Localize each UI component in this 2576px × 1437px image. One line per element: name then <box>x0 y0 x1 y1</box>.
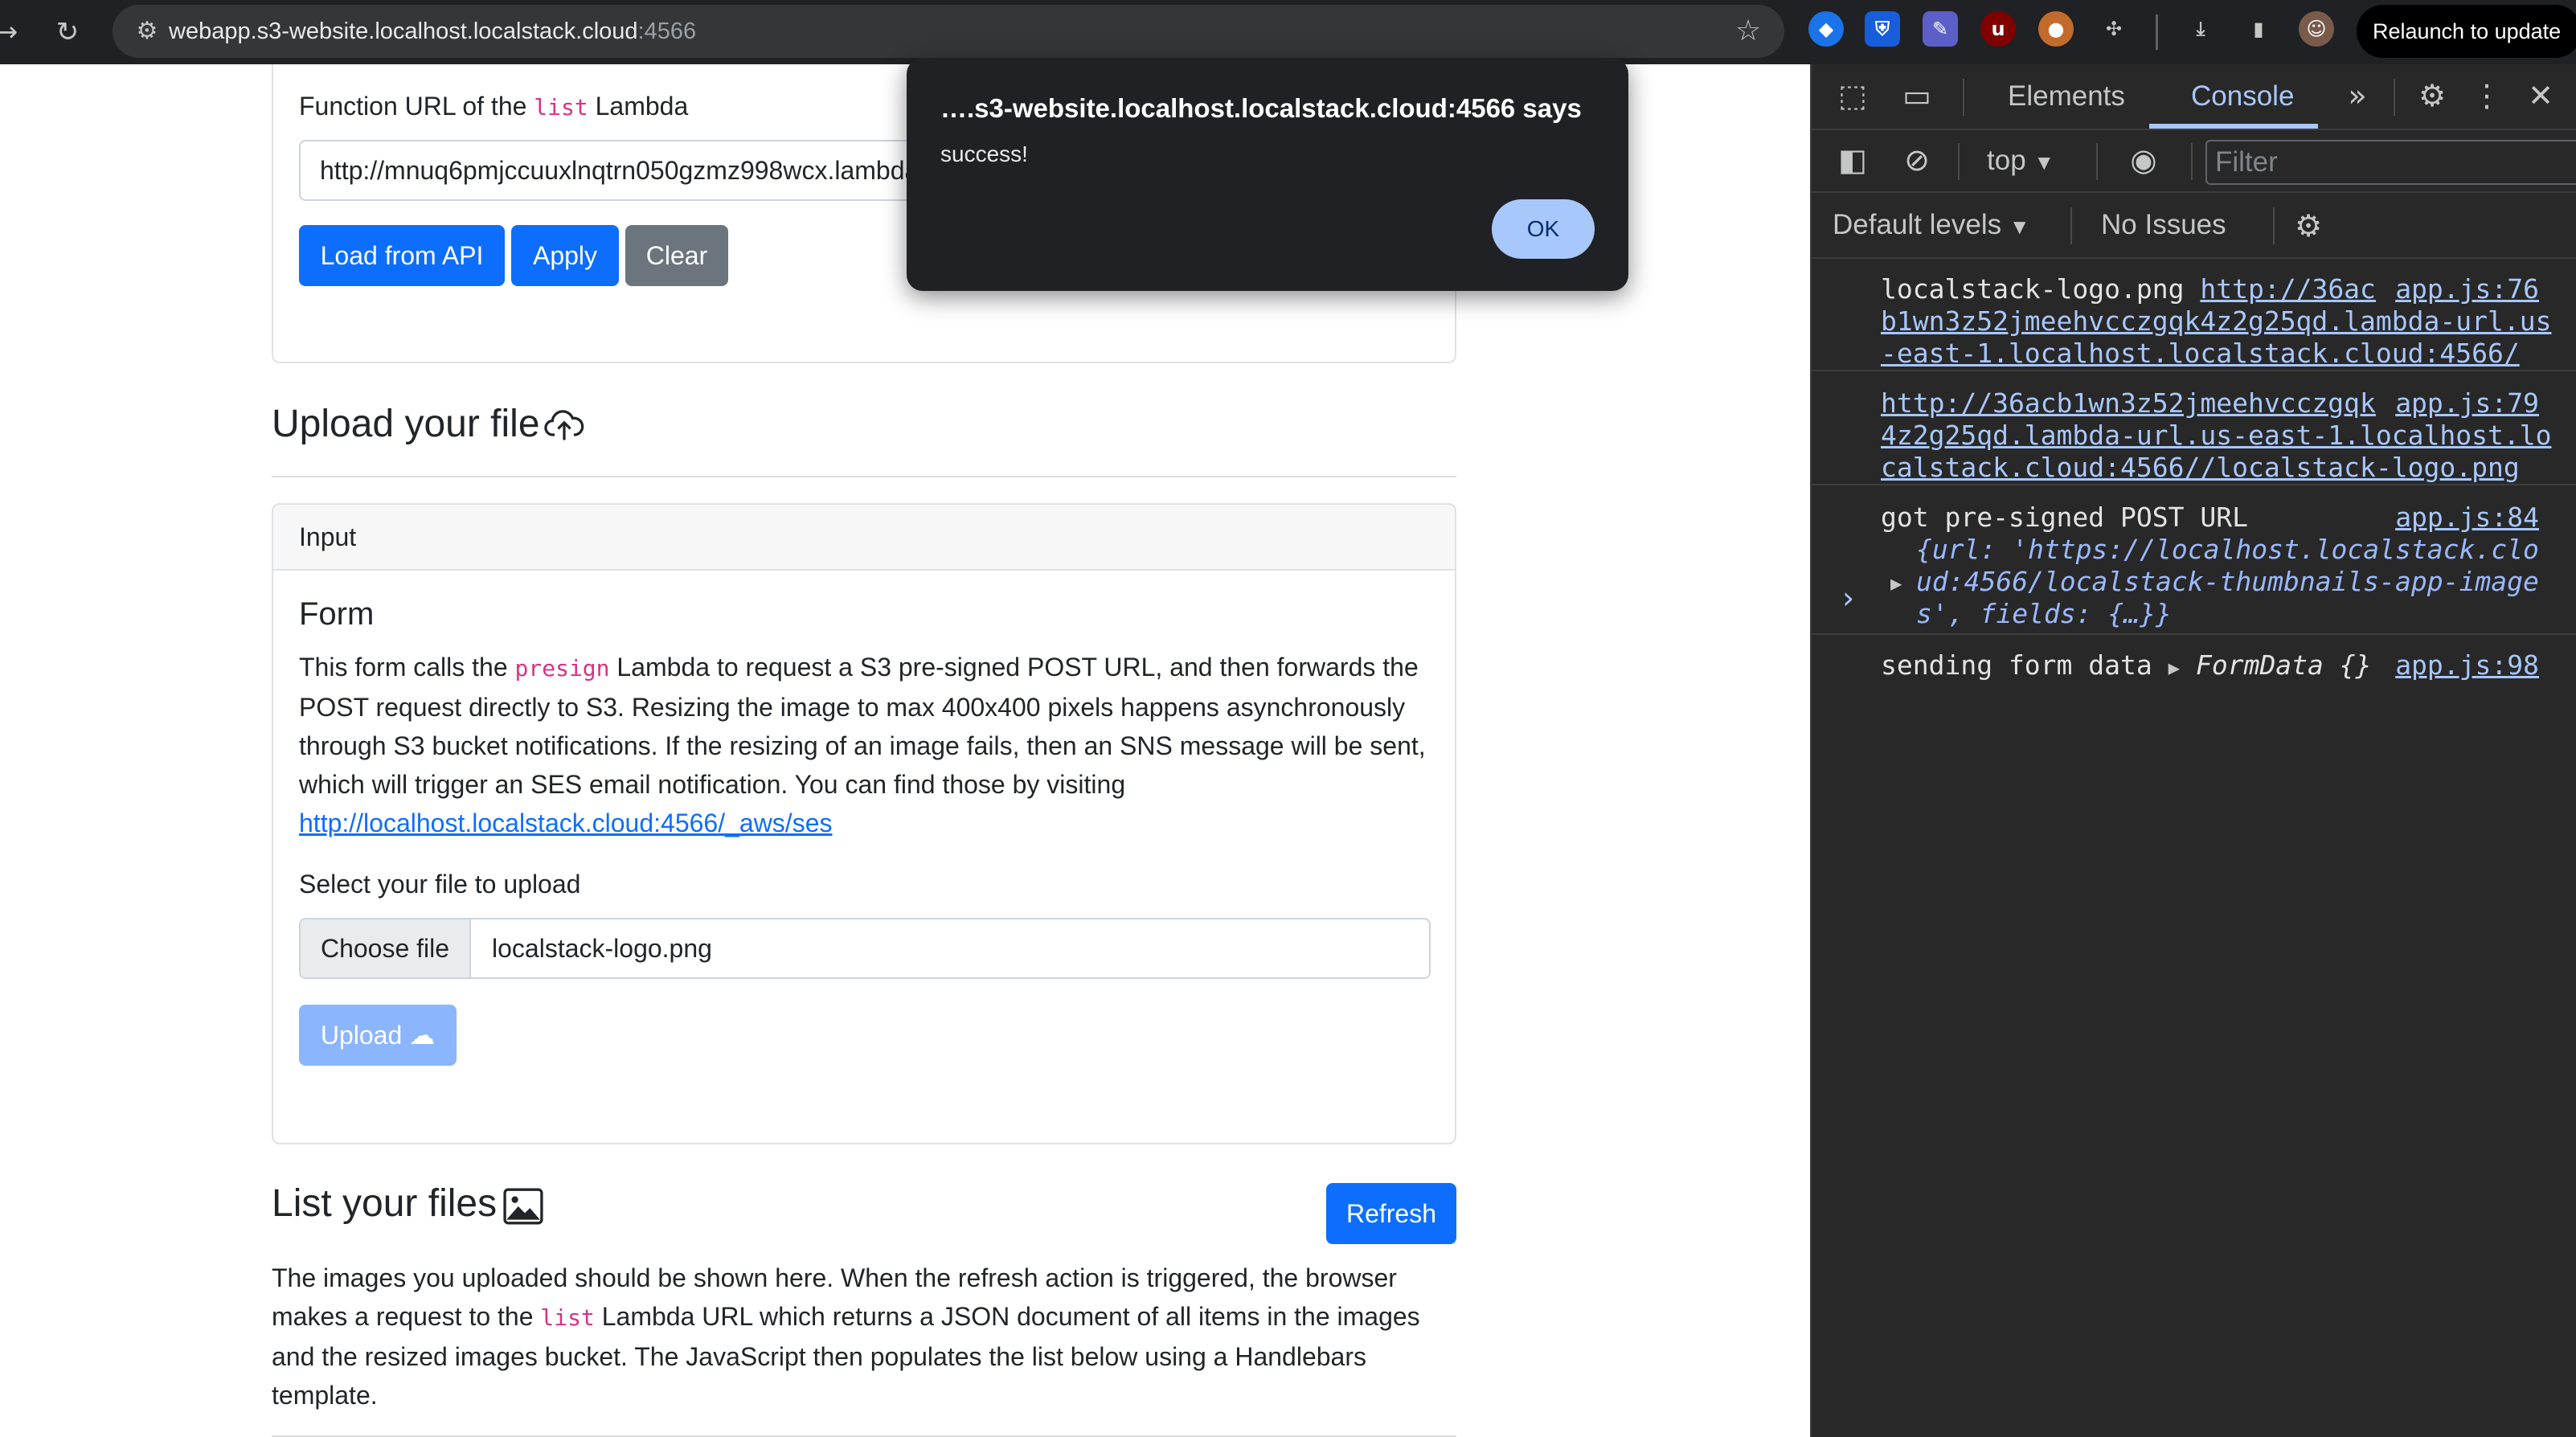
console-entry: http://36acb1wn3z52jmeehvcczgqk app.js:7… <box>1812 373 2576 485</box>
extension-icon-blue[interactable]: ◆ <box>1808 11 1844 47</box>
log-link[interactable]: 4z2g25qd.lambda-url.us-east-1.localhost.… <box>1881 420 2551 452</box>
source-link[interactable]: app.js:79 <box>2395 387 2539 420</box>
browser-toolbar: → ↻ ⚙ webapp.s3-website.localhost.locals… <box>0 0 2576 64</box>
list-description: The images you uploaded should be shown … <box>272 1263 1420 1410</box>
card-header-title: Input <box>299 522 357 551</box>
tab-elements[interactable]: Elements <box>2008 64 2125 129</box>
devtools-tab-bar: ⬚ ▭ Elements Console » ⚙ ⋮ ✕ <box>1812 64 2576 130</box>
lambda-url-label: Function URL of the list Lambda <box>299 92 689 121</box>
ses-link[interactable]: http://localhost.localstack.cloud:4566/_… <box>299 809 832 837</box>
console-entry: got pre-signed POST URL app.js:84 {url: … <box>1812 487 2576 635</box>
divider <box>2394 79 2395 116</box>
list-heading: List your files <box>272 1182 498 1225</box>
alert-dialog: ….s3-website.localhost.localstack.cloud:… <box>907 58 1628 291</box>
extension-icon-orange[interactable]: ● <box>2038 11 2074 47</box>
star-icon[interactable]: ☆ <box>1728 11 1768 51</box>
divider <box>2273 207 2275 244</box>
console-entry: localstack-logo.png http://36ac app.js:7… <box>1812 259 2576 371</box>
reload-icon[interactable]: ↻ <box>43 8 92 56</box>
divider <box>1963 79 1964 116</box>
divider <box>2191 143 2193 180</box>
console-levels-bar: Default levels ▼ No Issues ⚙ <box>1812 193 2576 259</box>
url-text[interactable]: webapp.s3-website.localhost.localstack.c… <box>169 5 696 58</box>
gear-icon[interactable]: ⚙ <box>2410 76 2455 116</box>
file-input[interactable]: Choose file localstack-logo.png <box>299 918 1431 979</box>
dialog-title: ….s3-website.localhost.localstack.cloud:… <box>940 93 1582 123</box>
tune-icon[interactable]: ⚙ <box>127 11 167 51</box>
selected-file-name: localstack-logo.png <box>492 934 712 963</box>
console-toolbar: ◧ ⊘ top ▼ ◉ Filter <box>1812 130 2576 193</box>
cloud-upload-icon: ☁ <box>409 1020 436 1050</box>
bitwarden-extension-icon[interactable]: ⛨ <box>1865 11 1900 47</box>
load-from-api-button[interactable]: Load from API <box>299 225 505 286</box>
gear-icon[interactable]: ⚙ <box>2286 206 2331 246</box>
kebab-menu-icon[interactable]: ⋮ <box>2471 76 2503 116</box>
close-icon[interactable]: ✕ <box>2521 76 2561 116</box>
log-link[interactable]: -east-1.localhost.localstack.cloud:4566/ <box>1881 338 2520 370</box>
extension-icon-purple[interactable]: ✎ <box>1923 11 1958 47</box>
log-link[interactable]: http://36acb1wn3z52jmeehvcczgqk <box>1881 387 2376 420</box>
divider <box>2096 143 2098 180</box>
back-arrow-icon[interactable]: → <box>0 8 31 56</box>
download-icon[interactable]: ⤓ <box>2183 11 2218 47</box>
upload-button[interactable]: Upload ☁ <box>299 1005 457 1066</box>
eye-icon[interactable]: ◉ <box>2119 140 2169 180</box>
devtools-panel: ⬚ ▭ Elements Console » ⚙ ⋮ ✕ ◧ ⊘ top ▼ ◉… <box>1810 64 2576 1437</box>
card-header: Input <box>273 505 1455 571</box>
cloud-upload-icon <box>544 410 584 440</box>
form-title: Form <box>299 596 375 632</box>
console-prompt-icon[interactable]: › <box>1842 580 1854 616</box>
side-panel-icon[interactable]: ▮ <box>2241 11 2276 47</box>
source-link[interactable]: app.js:84 <box>2395 502 2539 534</box>
clear-button[interactable]: Clear <box>625 225 728 286</box>
source-link[interactable]: app.js:76 <box>2395 273 2539 305</box>
expand-triangle-icon[interactable]: ▶ <box>1890 567 1902 600</box>
divider <box>2070 207 2072 244</box>
file-select-label: Select your file to upload <box>299 870 581 899</box>
choose-file-button[interactable]: Choose file <box>301 919 471 977</box>
apply-button[interactable]: Apply <box>511 225 619 286</box>
filter-input[interactable]: Filter <box>2205 140 2576 185</box>
address-bar[interactable]: ⚙ webapp.s3-website.localhost.localstack… <box>113 5 1784 58</box>
default-levels-dropdown[interactable]: Default levels ▼ <box>1833 209 2030 241</box>
toolbar-divider <box>2156 14 2158 50</box>
section-divider <box>272 476 1456 477</box>
context-selector[interactable]: top ▼ <box>1987 145 2054 177</box>
console-entry: sending form data ▶ FormData {} app.js:9… <box>1881 649 2539 682</box>
expand-triangle-icon[interactable]: ▶ <box>2169 657 2180 679</box>
log-link[interactable]: http://36ac <box>2200 273 2376 305</box>
sidebar-toggle-icon[interactable]: ◧ <box>1833 140 1873 180</box>
device-toolbar-icon[interactable]: ▭ <box>1897 76 1937 116</box>
clear-console-icon[interactable]: ⊘ <box>1897 140 1937 180</box>
refresh-button[interactable]: Refresh <box>1326 1183 1456 1244</box>
tab-console[interactable]: Console <box>2191 64 2294 129</box>
active-tab-indicator <box>2149 124 2318 129</box>
image-icon <box>503 1188 543 1225</box>
more-tabs-icon[interactable]: » <box>2337 76 2377 116</box>
ok-button[interactable]: OK <box>1492 199 1595 259</box>
issues-counter[interactable]: No Issues <box>2101 209 2226 241</box>
source-link[interactable]: app.js:98 <box>2395 649 2539 682</box>
divider <box>1958 143 1960 180</box>
log-link[interactable]: calstack.cloud:4566//localstack-logo.png <box>1881 452 2520 484</box>
avatar[interactable]: ☺ <box>2299 11 2334 47</box>
log-link[interactable]: b1wn3z52jmeehvcczgqk4z2g25qd.lambda-url.… <box>1881 305 2551 338</box>
extensions-puzzle-icon[interactable]: ✣ <box>2096 11 2132 47</box>
dialog-message: success! <box>940 141 1028 166</box>
inspect-element-icon[interactable]: ⬚ <box>1833 76 1873 116</box>
form-description: This form calls the presign Lambda to re… <box>299 653 1426 837</box>
upload-heading: Upload your file <box>272 403 540 445</box>
relaunch-button[interactable]: Relaunch to update <box>2357 5 2576 58</box>
ublock-extension-icon[interactable]: u <box>1980 11 2016 47</box>
